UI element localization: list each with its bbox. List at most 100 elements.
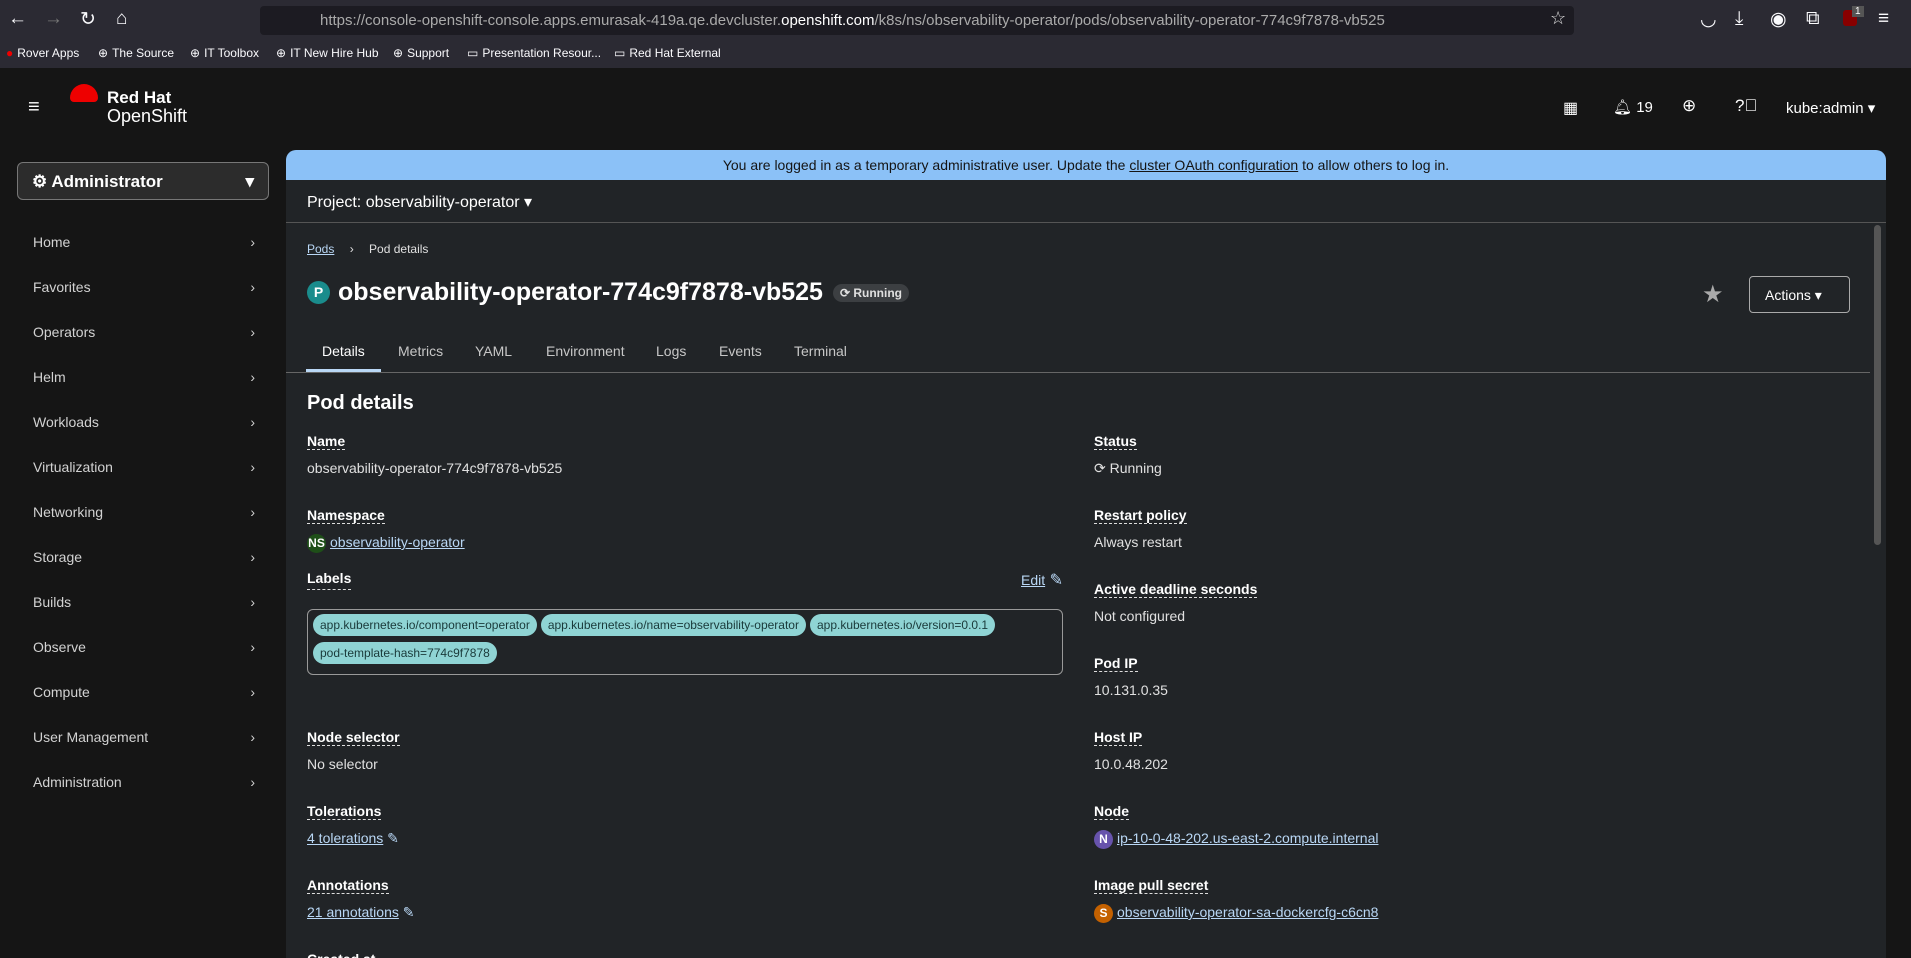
sidebar-item[interactable]: User Management ›	[33, 729, 255, 745]
field-link[interactable]: observability-operator-sa-dockercfg-c6cn…	[1117, 904, 1378, 920]
bookmark-label: The Source	[112, 46, 175, 60]
bookmark-star-icon[interactable]: ☆	[1550, 8, 1566, 29]
url-suffix: /k8s/ns/observability-operator/pods/obse…	[874, 12, 1385, 29]
download-icon[interactable]: ⤓	[1735, 8, 1743, 30]
bell-icon: 🔔︎	[1613, 99, 1633, 116]
labels-header: Labels Edit ✎	[307, 570, 1063, 590]
sidebar-item[interactable]: Storage ›	[33, 549, 255, 565]
sidebar-item[interactable]: Administration ›	[33, 774, 255, 790]
perspective-switcher[interactable]: ⚙ Administrator ▾	[17, 162, 269, 200]
sidebar-item[interactable]: Observe ›	[33, 639, 255, 655]
label-chip[interactable]: app.kubernetes.io/name=observability-ope…	[540, 614, 806, 636]
help-icon[interactable]: ?⃝	[1735, 96, 1757, 116]
account-icon[interactable]: ◉	[1770, 8, 1787, 31]
chevron-right-icon: ›	[250, 639, 255, 655]
add-icon[interactable]: ⊕	[1682, 96, 1696, 116]
project-selector[interactable]: Project: observability-operator ▾	[286, 180, 1886, 223]
field-label: Pod IP	[1094, 655, 1138, 672]
tab[interactable]: Environment	[546, 343, 625, 359]
breadcrumb-pods-link[interactable]: Pods	[307, 242, 334, 256]
detail-field: Node Nip-10-0-48-202.us-east-2.compute.in…	[1094, 803, 1378, 849]
label-chip[interactable]: app.kubernetes.io/version=0.0.1	[809, 614, 996, 636]
chevron-right-icon: ›	[250, 234, 255, 250]
bookmark-support[interactable]: ⊕ Support	[393, 46, 449, 60]
field-value: 10.131.0.35	[1094, 682, 1168, 698]
chevron-right-icon: ›	[250, 774, 255, 790]
sidebar-item[interactable]: Compute ›	[33, 684, 255, 700]
field-value: observability-operator-774c9f7878-vb525	[307, 460, 563, 476]
favorite-star-icon[interactable]: ★	[1702, 280, 1724, 309]
tab[interactable]: Details	[306, 343, 381, 372]
tab[interactable]: Logs	[656, 343, 686, 359]
bookmark-label: Presentation Resour...	[482, 46, 602, 60]
sidebar-item[interactable]: Operators ›	[33, 324, 255, 340]
tab[interactable]: Terminal	[794, 343, 847, 359]
field-label: Tolerations	[307, 803, 382, 820]
annotations-link[interactable]: 21 annotations	[307, 904, 399, 920]
home-icon[interactable]: ⌂	[116, 8, 127, 30]
edit-labels-link[interactable]: Edit	[1021, 572, 1045, 588]
bookmark-toolbox[interactable]: ⊕ IT Toolbox	[190, 46, 259, 60]
field-label: Restart policy	[1094, 507, 1187, 524]
tab[interactable]: Events	[719, 343, 762, 359]
app-launcher-icon[interactable]: ▦	[1563, 98, 1578, 118]
tab-label: YAML	[475, 343, 513, 359]
field-label: Annotations	[307, 877, 389, 894]
detail-field: Pod IP 10.131.0.35	[1094, 655, 1168, 698]
field-link[interactable]: observability-operator	[330, 534, 465, 550]
sidebar-item[interactable]: Favorites ›	[33, 279, 255, 295]
label-chip[interactable]: pod-template-hash=774c9f7878	[313, 642, 497, 664]
bookmark-label: Red Hat External	[629, 46, 721, 60]
sidebar-item[interactable]: Workloads ›	[33, 414, 255, 430]
field-link[interactable]: ip-10-0-48-202.us-east-2.compute.interna…	[1117, 830, 1378, 846]
label-chip[interactable]: app.kubernetes.io/component=operator	[313, 614, 537, 636]
resource-badge: S	[1094, 904, 1113, 923]
sidebar-item[interactable]: Networking ›	[33, 504, 255, 520]
back-icon[interactable]: ←	[8, 8, 27, 30]
tolerations-link[interactable]: 4 tolerations	[307, 830, 383, 846]
pencil-icon[interactable]: ✎	[403, 904, 415, 920]
scrollbar[interactable]	[1874, 225, 1881, 545]
detail-field: Created at◐ May 26, 2025, 3:51 PM	[307, 951, 464, 958]
bookmark-external[interactable]: ▭ Red Hat External	[614, 46, 721, 60]
pencil-icon[interactable]: ✎	[1050, 572, 1063, 589]
actions-button[interactable]: Actions ▾	[1749, 276, 1850, 313]
sidebar-item[interactable]: Virtualization ›	[33, 459, 255, 475]
tab[interactable]: YAML	[475, 343, 512, 359]
user-menu[interactable]: kube:admin ▾	[1786, 99, 1875, 117]
labels-box[interactable]: app.kubernetes.io/component=operator app.…	[307, 609, 1063, 675]
chevron-right-icon: ›	[250, 549, 255, 565]
tab[interactable]: Metrics	[398, 343, 443, 359]
extensions-icon[interactable]: ⧉	[1806, 8, 1820, 30]
bookmark-presentation[interactable]: ▭ Presentation Resour...	[467, 46, 601, 60]
project-label: Project: observability-operator	[307, 194, 520, 211]
browser-chrome: ← → ↻ ⌂ https://console-openshift-consol…	[0, 0, 1911, 68]
bookmark-rover[interactable]: ● Rover Apps	[6, 46, 79, 60]
oauth-config-link[interactable]: cluster OAuth configuration	[1129, 157, 1298, 173]
notifications-button[interactable]: 🔔︎ 19	[1613, 98, 1653, 116]
status-text: Running	[853, 285, 902, 300]
pocket-icon[interactable]: ◡	[1700, 8, 1717, 31]
sidebar-item-label: Workloads	[33, 414, 99, 430]
globe-icon: ⊕	[190, 46, 201, 60]
field-label: Status	[1094, 433, 1137, 450]
pencil-icon[interactable]: ✎	[387, 830, 399, 846]
detail-field: Namespace NS observability-operator	[307, 507, 465, 553]
sidebar-item-label: Operators	[33, 324, 96, 340]
sidebar-item[interactable]: Builds ›	[33, 594, 255, 610]
sidebar: ⚙ Administrator ▾ Home › Favorites › Operator…	[0, 150, 286, 958]
field-label: Node selector	[307, 729, 400, 746]
reload-icon[interactable]: ↻	[80, 8, 96, 31]
forward-icon[interactable]: →	[44, 8, 63, 30]
url-bar[interactable]: https://console-openshift-console.apps.e…	[260, 6, 1574, 35]
field-value: Running	[1109, 460, 1162, 476]
sidebar-item[interactable]: Home ›	[33, 234, 255, 250]
bookmark-source[interactable]: ⊕ The Source	[98, 46, 174, 60]
sidebar-item-label: Favorites	[33, 279, 91, 295]
sidebar-item[interactable]: Helm ›	[33, 369, 255, 385]
bookmark-newhire[interactable]: ⊕ IT New Hire Hub	[276, 46, 379, 60]
hamburger-icon[interactable]: ≡	[28, 96, 40, 119]
chevron-right-icon: ›	[250, 414, 255, 430]
menu-icon[interactable]: ≡	[1878, 8, 1889, 30]
bookmark-label: Rover Apps	[17, 46, 80, 60]
